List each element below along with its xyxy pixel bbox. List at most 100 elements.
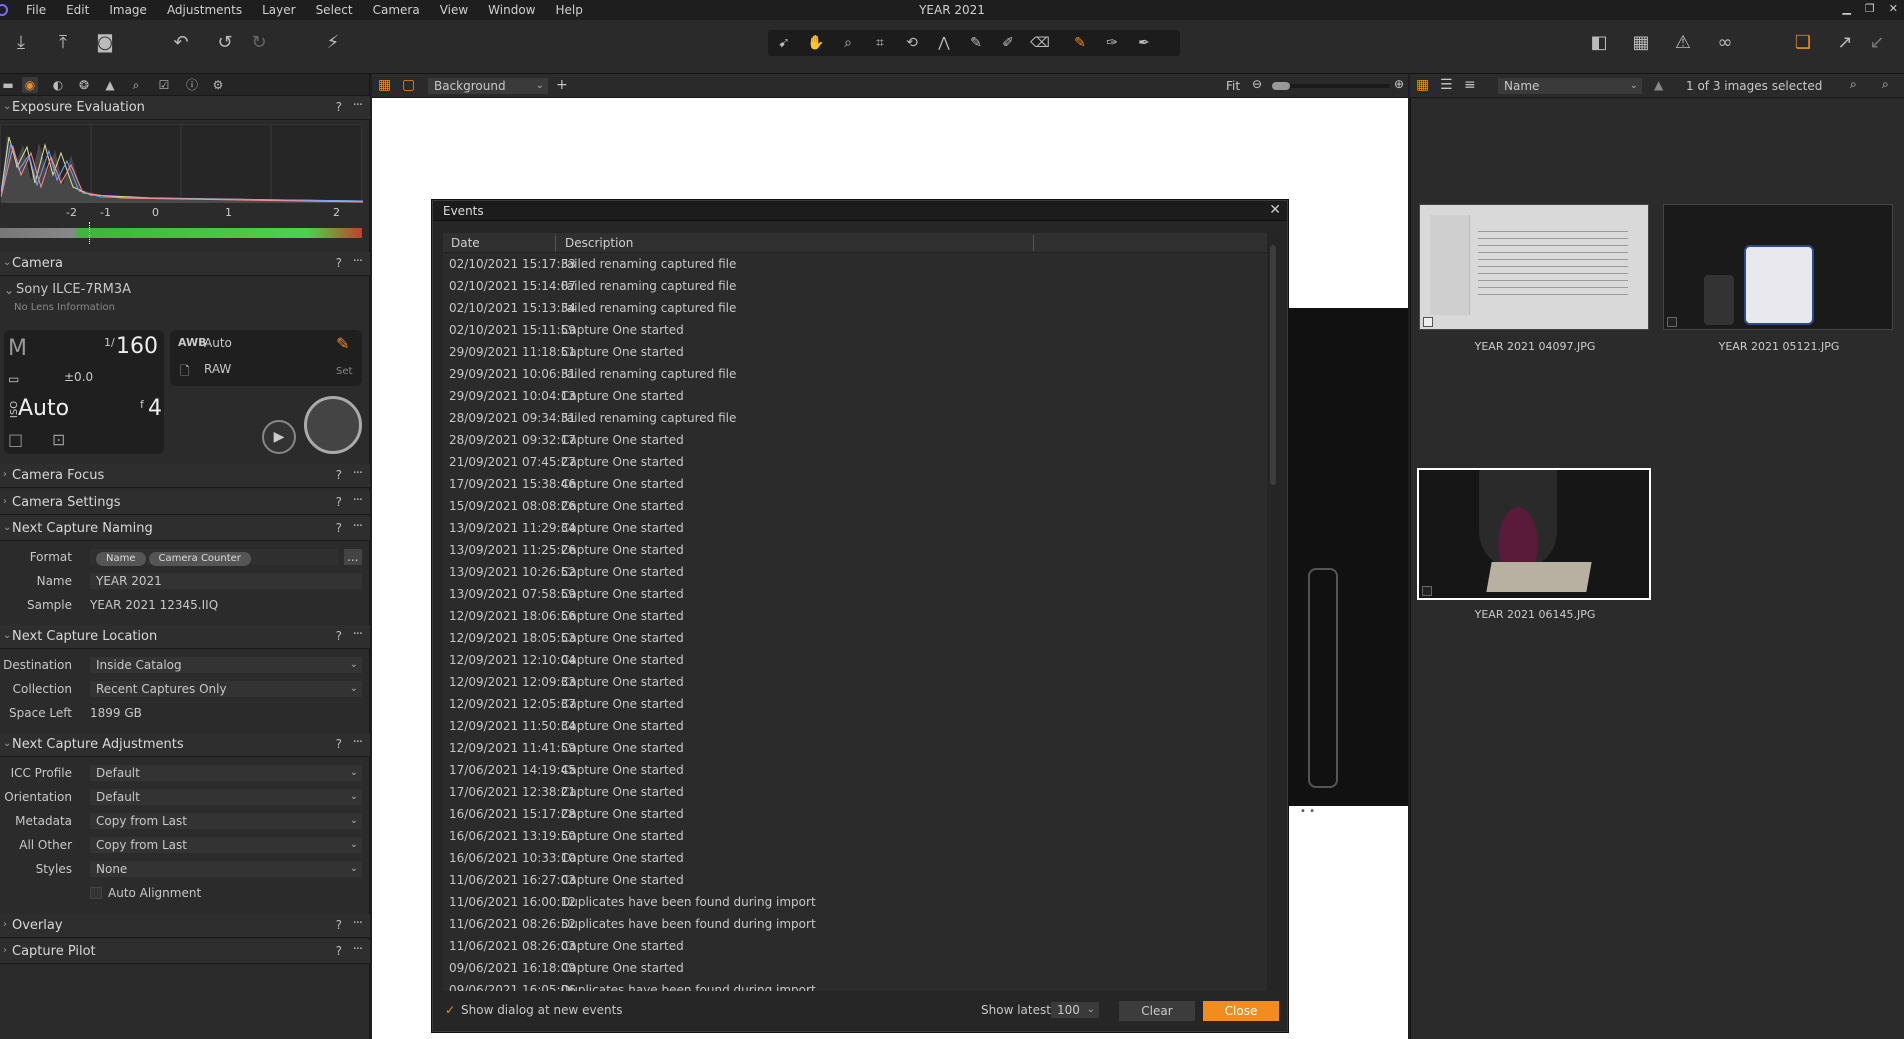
menu-view[interactable]: View	[430, 3, 478, 17]
import-icon[interactable]: ⤓	[10, 32, 32, 54]
exposure-evaluation-header[interactable]: ⌄ Exposure Evaluation ? ···	[0, 96, 370, 120]
spot-tool-icon[interactable]: ✎	[966, 33, 986, 53]
picker-tool-icon[interactable]: ✑	[1102, 33, 1122, 53]
column-header-description[interactable]: Description	[565, 236, 633, 250]
table-row[interactable]: 11/06/2021 08:26:03 Capture One started	[443, 935, 1279, 957]
table-row[interactable]: 02/10/2021 15:14:07 Failed renaming captu…	[443, 275, 1279, 297]
name-input[interactable]: YEAR 2021	[90, 573, 362, 589]
menu-camera[interactable]: Camera	[363, 3, 430, 17]
format-token-counter[interactable]: Camera Counter	[148, 552, 251, 566]
more-icon[interactable]: ···	[353, 254, 363, 269]
camera-settings-header[interactable]: › Camera Settings ? ···	[0, 491, 370, 515]
scrollbar-thumb[interactable]	[1270, 245, 1276, 485]
record-video-button[interactable]: ▶	[262, 420, 296, 454]
aperture-value[interactable]: 4	[148, 396, 162, 421]
heal-tool-icon[interactable]: ✐	[998, 33, 1018, 53]
filter-search-icon[interactable]: ⌕	[1850, 77, 1857, 92]
collection-select[interactable]: Recent Captures Only ⌄	[90, 681, 362, 697]
metadata-select[interactable]: Copy from Last ⌄	[90, 813, 362, 829]
more-icon[interactable]: ···	[353, 493, 363, 508]
layer-select[interactable]: Background ⌄	[428, 78, 548, 94]
table-row[interactable]: 09/06/2021 16:18:09 Capture One started	[443, 957, 1279, 979]
auto-alignment-checkbox[interactable]	[90, 887, 102, 899]
file-format[interactable]: RAW	[204, 362, 231, 376]
restore-icon[interactable]: ❐	[1865, 2, 1875, 15]
export-icon[interactable]: ⤒	[52, 32, 74, 54]
search-icon[interactable]: ⌕	[1882, 77, 1889, 92]
sort-direction-icon[interactable]: ▲	[1654, 78, 1663, 92]
menu-image[interactable]: Image	[99, 3, 157, 17]
settings-tab-icon[interactable]: ⚙	[210, 77, 226, 93]
thumbnail-3[interactable]	[1417, 468, 1651, 600]
filmstrip-view-icon[interactable]: ≡	[1464, 77, 1476, 93]
stack-icon[interactable]: ❏	[1792, 32, 1814, 54]
thumbnail-2[interactable]	[1663, 204, 1893, 330]
menu-layer[interactable]: Layer	[252, 3, 305, 17]
menu-help[interactable]: Help	[546, 3, 593, 17]
minimize-icon[interactable]: ▁	[1842, 2, 1850, 15]
table-row[interactable]: 12/09/2021 12:10:04 Capture One started	[443, 649, 1279, 671]
grid-icon[interactable]: ▦	[1630, 32, 1652, 54]
table-row[interactable]: 12/09/2021 18:05:53 Capture One started	[443, 627, 1279, 649]
column-divider[interactable]	[1033, 235, 1034, 251]
column-header-date[interactable]: Date	[451, 236, 480, 250]
help-icon[interactable]: ?	[336, 737, 342, 751]
table-row[interactable]: 28/09/2021 09:34:31 Failed renaming captu…	[443, 407, 1279, 429]
table-row[interactable]: 15/09/2021 08:08:26 Capture One started	[443, 495, 1279, 517]
thumbnail-checkbox[interactable]	[1423, 317, 1433, 327]
more-icon[interactable]: ···	[353, 942, 363, 957]
capture-location-header[interactable]: ⌄ Next Capture Location ? ···	[0, 625, 370, 649]
table-row[interactable]: 13/09/2021 07:58:59 Capture One started	[443, 583, 1279, 605]
more-icon[interactable]: ···	[353, 466, 363, 481]
more-icon[interactable]: ···	[353, 98, 363, 113]
table-row[interactable]: 16/06/2021 10:33:10 Capture One started	[443, 847, 1279, 869]
metadata-tab-icon[interactable]: ⓘ	[184, 77, 200, 93]
iso-value[interactable]: Auto	[18, 396, 69, 421]
thumbnail-1[interactable]	[1419, 204, 1649, 330]
table-row[interactable]: 13/09/2021 11:29:34 Capture One started	[443, 517, 1279, 539]
rotate-tool-icon[interactable]: ⟲	[902, 33, 922, 53]
menu-select[interactable]: Select	[306, 3, 363, 17]
table-row[interactable]: 09/06/2021 16:05:06 Duplicates have been …	[443, 979, 1279, 991]
menu-window[interactable]: Window	[478, 3, 545, 17]
frame-icon[interactable]: □	[8, 430, 23, 449]
column-divider[interactable]	[555, 235, 556, 251]
help-icon[interactable]: ?	[336, 944, 342, 958]
table-row[interactable]: 12/09/2021 11:41:59 Capture One started	[443, 737, 1279, 759]
details-tab-icon[interactable]: ⌕	[128, 77, 144, 93]
more-icon[interactable]: ···	[353, 916, 363, 931]
expand-chevron-icon[interactable]: ⌄	[4, 283, 14, 297]
eraser-tool-icon[interactable]: ⌫	[1030, 33, 1050, 53]
camera-capture-icon[interactable]: ◙	[94, 32, 116, 54]
table-row[interactable]: 11/06/2021 08:26:52 Duplicates have been …	[443, 913, 1279, 935]
annotate-tool-icon[interactable]: ✒	[1134, 33, 1154, 53]
list-view-icon[interactable]: ☰	[1440, 77, 1453, 93]
share-icon[interactable]: ↗	[1834, 32, 1856, 54]
styles-select[interactable]: None ⌄	[90, 861, 362, 877]
thumbnail-checkbox[interactable]	[1667, 317, 1677, 327]
layout-icon[interactable]: ◧	[1588, 32, 1610, 54]
capture-pilot-header[interactable]: › Capture Pilot ? ···	[0, 940, 370, 964]
more-icon[interactable]: ···	[353, 735, 363, 750]
grid-view-icon[interactable]: ▦	[1416, 77, 1429, 93]
more-icon[interactable]: ···	[353, 627, 363, 642]
menu-file[interactable]: File	[16, 3, 56, 17]
events-scrollbar[interactable]	[1267, 233, 1279, 991]
brush-tool-icon[interactable]: ✎	[1070, 33, 1090, 53]
show-latest-select[interactable]: 100 ⌄	[1051, 1002, 1099, 1018]
redo-icon[interactable]: ↻	[248, 32, 270, 54]
shutter-button[interactable]	[304, 396, 362, 454]
multi-view-icon[interactable]: ▦	[378, 77, 391, 93]
orientation-select[interactable]: Default ⌄	[90, 789, 362, 805]
picker-icon[interactable]: ✎	[336, 334, 349, 353]
table-row[interactable]: 13/09/2021 11:25:26 Capture One started	[443, 539, 1279, 561]
table-row[interactable]: 02/10/2021 15:17:33 Failed renaming captu…	[443, 253, 1279, 275]
table-row[interactable]: 21/09/2021 07:45:27 Capture One started	[443, 451, 1279, 473]
overlay-header[interactable]: › Overlay ? ···	[0, 914, 370, 938]
reset-icon[interactable]: ↶	[170, 32, 192, 54]
pan-tool-icon[interactable]: ✋	[806, 33, 826, 53]
keystone-tool-icon[interactable]: ⋀	[934, 33, 954, 53]
icc-profile-select[interactable]: Default ⌄	[90, 765, 362, 781]
add-layer-icon[interactable]: +	[556, 77, 568, 93]
camera-header[interactable]: ⌄ Camera ? ···	[0, 252, 370, 276]
